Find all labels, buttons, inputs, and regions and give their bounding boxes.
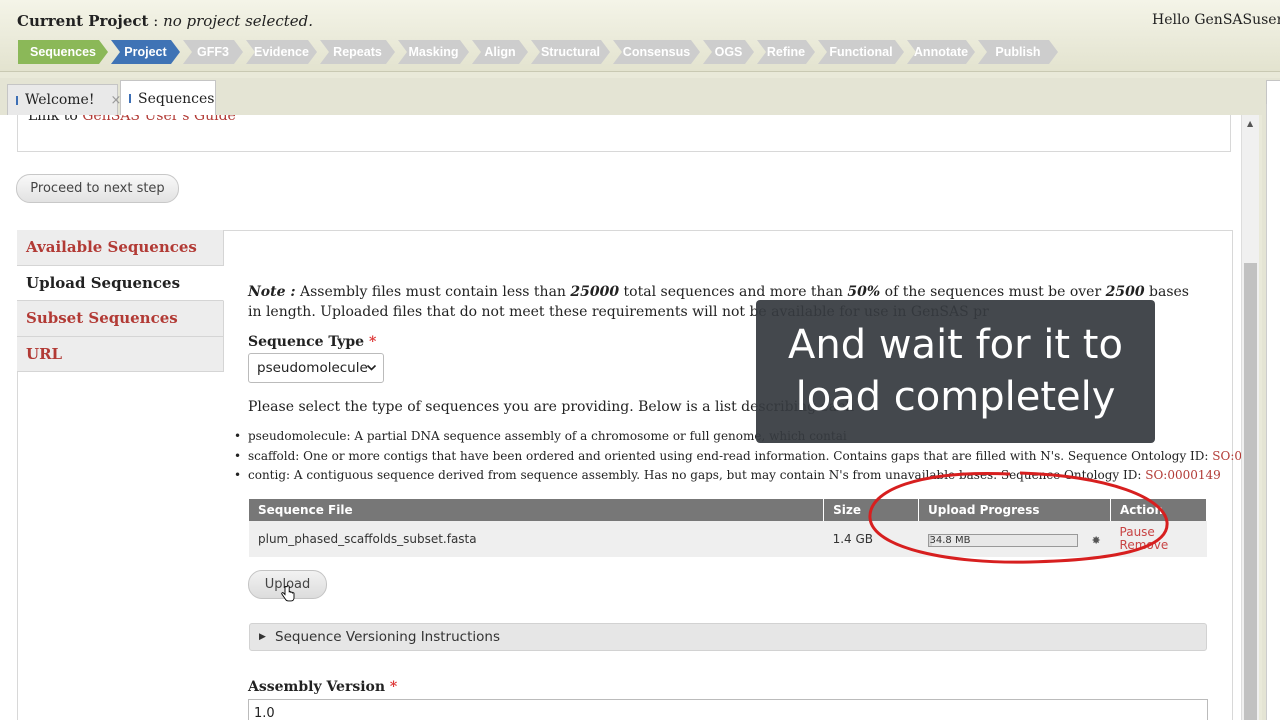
tab-sequences[interactable]: Sequences: [120, 80, 216, 116]
sequence-side-tabs: Available Sequences Upload Sequences Sub…: [17, 230, 224, 372]
loading-spinner-icon: ✸: [1091, 533, 1101, 547]
column-header-size: Size: [823, 499, 920, 521]
right-side-panel: [1262, 78, 1280, 720]
hand-cursor-icon: [281, 585, 295, 607]
right-panel-tab[interactable]: [1266, 80, 1280, 106]
chevron-down-icon: [366, 354, 377, 393]
remove-link[interactable]: Remove: [1120, 539, 1207, 552]
current-project-value: no project selected.: [163, 12, 313, 30]
triangle-right-icon: ▶: [259, 632, 266, 642]
step-structural[interactable]: Structural: [531, 40, 610, 64]
current-project: Current Project : no project selected.: [17, 12, 313, 30]
step-sequences[interactable]: Sequences: [18, 40, 108, 64]
so-link-contig[interactable]: SO:0000149: [1145, 468, 1221, 482]
tab-welcome[interactable]: Welcome! ×: [7, 84, 121, 115]
tab-subset-sequences[interactable]: Subset Sequences: [17, 301, 224, 337]
tab-upload-sequences[interactable]: Upload Sequences: [17, 265, 224, 301]
step-align[interactable]: Align: [472, 40, 528, 64]
user-greeting: Hello GenSASuser | A: [1152, 12, 1280, 28]
step-repeats[interactable]: Repeats: [320, 40, 395, 64]
upload-progress-bar: 34.8 MB: [927, 533, 1078, 547]
step-functional[interactable]: Functional: [818, 40, 904, 64]
window-icon: [129, 94, 131, 103]
table-row: plum_phased_scaffolds_subset.fasta 1.4 G…: [249, 521, 1207, 557]
file-size: 1.4 GB: [823, 521, 919, 557]
proceed-next-step-button[interactable]: Proceed to next step: [16, 174, 179, 203]
required-mark: *: [389, 679, 398, 695]
workflow-steps: Sequences Project GFF3 Evidence Repeats Maski…: [18, 40, 1061, 64]
sequence-type-select[interactable]: pseudomolecule: [248, 353, 384, 383]
window-icon: [16, 95, 18, 105]
step-evidence[interactable]: Evidence: [246, 40, 317, 64]
step-consensus[interactable]: Consensus: [613, 40, 700, 64]
tab-url[interactable]: URL: [17, 336, 224, 372]
sequence-type-label: Sequence Type *: [248, 334, 377, 350]
versioning-instructions-toggle[interactable]: ▶ Sequence Versioning Instructions: [249, 623, 1207, 651]
assembly-version-input[interactable]: 1.0: [248, 699, 1208, 720]
column-header-action: Action: [1110, 499, 1207, 521]
step-ogs[interactable]: OGS: [703, 40, 754, 64]
users-guide-link[interactable]: GenSAS User's Guide: [82, 115, 236, 124]
tab-available-sequences[interactable]: Available Sequences: [17, 230, 224, 266]
required-mark: *: [368, 334, 377, 350]
tutorial-caption: And wait for it to load completely: [756, 300, 1155, 443]
upload-file-table: Sequence File Size Upload Progress Actio…: [249, 499, 1207, 557]
list-item-scaffold: scaffold: One or more contigs that have …: [234, 447, 1241, 467]
action-cell: Pause Remove: [1110, 521, 1207, 557]
column-header-progress: Upload Progress: [918, 499, 1112, 521]
step-refine[interactable]: Refine: [757, 40, 815, 64]
step-gff3[interactable]: GFF3: [183, 40, 243, 64]
step-project[interactable]: Project: [111, 40, 180, 64]
file-name: plum_phased_scaffolds_subset.fasta: [249, 521, 824, 557]
vertical-scrollbar[interactable]: ▲: [1241, 115, 1259, 720]
step-masking[interactable]: Masking: [398, 40, 469, 64]
list-item-contig: contig: A contiguous sequence derived fr…: [234, 466, 1241, 486]
step-publish[interactable]: Publish: [978, 40, 1058, 64]
guide-link-line: Link to GenSAS User's Guide: [28, 115, 236, 124]
so-link-scaffold[interactable]: SO:0000148: [1212, 449, 1241, 463]
tab-bar: Welcome! × Sequences: [0, 78, 1262, 116]
scroll-up-icon[interactable]: ▲: [1247, 119, 1253, 128]
app-header: Current Project : no project selected. H…: [0, 0, 1280, 72]
step-annotate[interactable]: Annotate: [907, 40, 975, 64]
right-panel-body: [1266, 104, 1280, 720]
assembly-version-label: Assembly Version *: [248, 679, 398, 695]
column-header-file: Sequence File: [249, 499, 825, 521]
upload-progress-cell: 34.8 MB ✸: [918, 521, 1111, 557]
scrollbar-thumb[interactable]: [1244, 263, 1257, 720]
current-project-label: Current Project: [17, 12, 149, 30]
